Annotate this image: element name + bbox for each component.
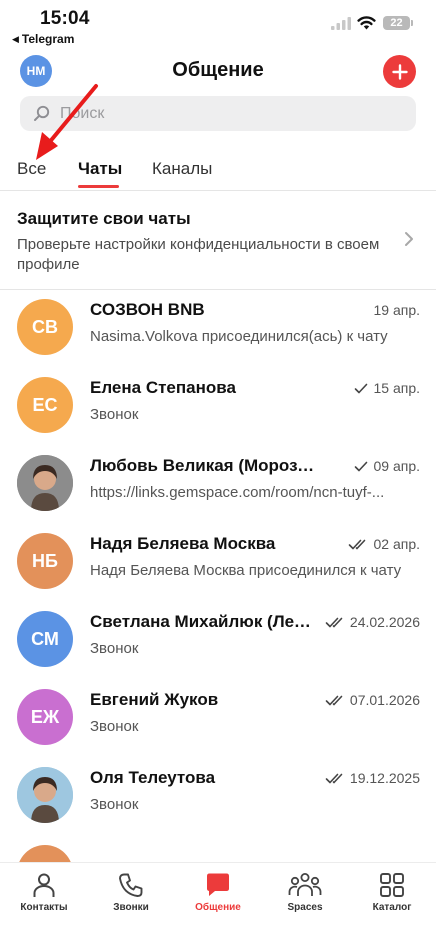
- chat-preview: Звонок: [90, 718, 139, 735]
- banner-title: Защитите свои чаты: [17, 209, 191, 228]
- chat-date: 19.12.2025: [349, 770, 420, 786]
- chat-meta: 07.01.2026: [325, 692, 420, 708]
- chat-date: 24.02.2026: [349, 614, 420, 630]
- chat-bubble-icon: [207, 873, 229, 896]
- chat-date: 07.01.2026: [349, 692, 420, 708]
- chat-avatar-initials: НБ: [32, 550, 58, 571]
- read-double-check-icon: [325, 695, 343, 705]
- chat-date: 15 апр.: [373, 380, 420, 396]
- chat-row[interactable]: Любовь Великая (Морозова) 09 апр. https:…: [0, 445, 436, 523]
- read-double-check-icon: [325, 773, 343, 783]
- chat-date: 19 апр.: [373, 302, 420, 318]
- group-icon: [288, 873, 322, 896]
- person-photo-icon: [17, 455, 73, 511]
- chevron-right-icon: [405, 232, 413, 246]
- nav-catalog[interactable]: Каталог: [352, 871, 432, 913]
- read-double-check-icon: [349, 539, 366, 549]
- chat-avatar: СВ: [17, 299, 73, 355]
- person-icon: [33, 873, 55, 897]
- chat-avatar-initials: СВ: [32, 316, 58, 337]
- banner-text: Проверьте настройки конфиденциальности в…: [17, 236, 380, 273]
- read-double-check-icon: [325, 617, 343, 627]
- phone-icon: [119, 873, 143, 897]
- chat-date: 09 апр.: [373, 458, 420, 474]
- chat-preview: Звонок: [90, 406, 139, 423]
- chat-preview: Nasima.Volkova присоединился(ась) к чату: [90, 328, 388, 345]
- back-triangle-icon: ◀: [12, 33, 19, 44]
- tabs-divider: [0, 190, 436, 191]
- chat-meta: 19 апр.: [373, 302, 420, 318]
- chat-preview: https://links.gemspace.com/room/ncn-tuyf…: [90, 484, 385, 501]
- chat-date: 02 апр.: [373, 536, 420, 552]
- chat-name: Светлана Михайлюк (Лебедева): [90, 612, 315, 631]
- status-bar: 15:04 ◀ Telegram 22: [0, 0, 436, 46]
- chat-name: Евгений Жуков: [90, 690, 219, 709]
- chat-name: СОЗВОН BNB: [90, 300, 205, 319]
- chat-meta: 24.02.2026: [325, 614, 420, 630]
- annotation-arrow-icon: [36, 84, 98, 160]
- chat-name: Оля Телеутова: [90, 768, 216, 787]
- chat-meta: 09 апр.: [354, 458, 420, 474]
- active-tab-indicator: [78, 185, 119, 188]
- chat-avatar: СМ: [17, 611, 73, 667]
- page-title: Общение: [172, 59, 264, 81]
- chat-meta: 19.12.2025: [325, 770, 420, 786]
- new-chat-button[interactable]: [383, 55, 416, 88]
- back-to-app-link[interactable]: ◀ Telegram: [12, 32, 74, 46]
- search-input[interactable]: [60, 96, 400, 131]
- chat-row[interactable]: ЕС Елена Степанова 15 апр. Звонок: [0, 367, 436, 445]
- read-check-icon: [355, 383, 368, 393]
- wifi-icon: [357, 16, 376, 30]
- bottom-nav: Контакты Звонки Общение Spaces Каталог: [0, 862, 436, 938]
- grid-icon: [380, 873, 404, 897]
- chat-name: Елена Степанова: [90, 378, 236, 397]
- chat-preview: Звонок: [90, 796, 139, 813]
- cellular-signal-icon: [331, 17, 351, 30]
- nav-messaging[interactable]: Общение: [178, 871, 258, 913]
- chat-avatar-initials: ЕС: [32, 394, 58, 415]
- chat-row[interactable]: СМ Светлана Михайлюк (Лебедева) 24.02.20…: [0, 601, 436, 679]
- chat-row[interactable]: СВ СОЗВОН BNB 19 апр. Nasima.Volkova при…: [0, 289, 436, 367]
- plus-icon: [391, 63, 408, 80]
- chat-avatar-initials: ЕЖ: [30, 706, 60, 727]
- status-time: 15:04: [40, 8, 90, 29]
- chat-meta: 02 апр.: [348, 536, 420, 552]
- chat-row[interactable]: НБ Надя Беляева Москва 02 апр. Надя Беля…: [0, 523, 436, 601]
- nav-label: Звонки: [113, 902, 149, 913]
- chat-name: Любовь Великая (Морозова): [90, 456, 315, 475]
- chat-meta: 15 апр.: [354, 380, 420, 396]
- nav-calls[interactable]: Звонки: [91, 871, 171, 913]
- chat-avatar-photo: [17, 455, 73, 511]
- privacy-banner[interactable]: Защитите свои чаты Проверьте настройки к…: [0, 192, 436, 288]
- nav-label: Общение: [195, 902, 241, 913]
- nav-label: Каталог: [372, 902, 412, 913]
- nav-label: Spaces: [287, 902, 323, 913]
- nav-label: Контакты: [20, 902, 68, 913]
- chat-avatar: ЕС: [17, 377, 73, 433]
- battery-level: 22: [390, 17, 403, 29]
- chat-preview: Звонок: [90, 640, 139, 657]
- nav-contacts[interactable]: Контакты: [4, 871, 84, 913]
- chat-avatar-initials: СМ: [31, 628, 59, 649]
- chat-avatar: ЕЖ: [17, 689, 73, 745]
- chat-avatar-photo: [17, 767, 73, 823]
- chat-avatar: НБ: [17, 533, 73, 589]
- back-app-label: Telegram: [21, 32, 75, 46]
- nav-spaces[interactable]: Spaces: [265, 871, 345, 913]
- chat-row[interactable]: ЕЖ Евгений Жуков 07.01.2026 Звонок: [0, 679, 436, 757]
- chat-name: Надя Беляева Москва: [90, 534, 276, 553]
- battery-icon: 22: [383, 16, 413, 30]
- person-photo-icon: [17, 767, 73, 823]
- read-check-icon: [355, 461, 368, 471]
- tab-channels[interactable]: Каналы: [152, 159, 212, 179]
- chat-preview: Надя Беляева Москва присоединился к чату: [90, 562, 402, 579]
- chat-row[interactable]: Оля Телеутова 19.12.2025 Звонок: [0, 757, 436, 835]
